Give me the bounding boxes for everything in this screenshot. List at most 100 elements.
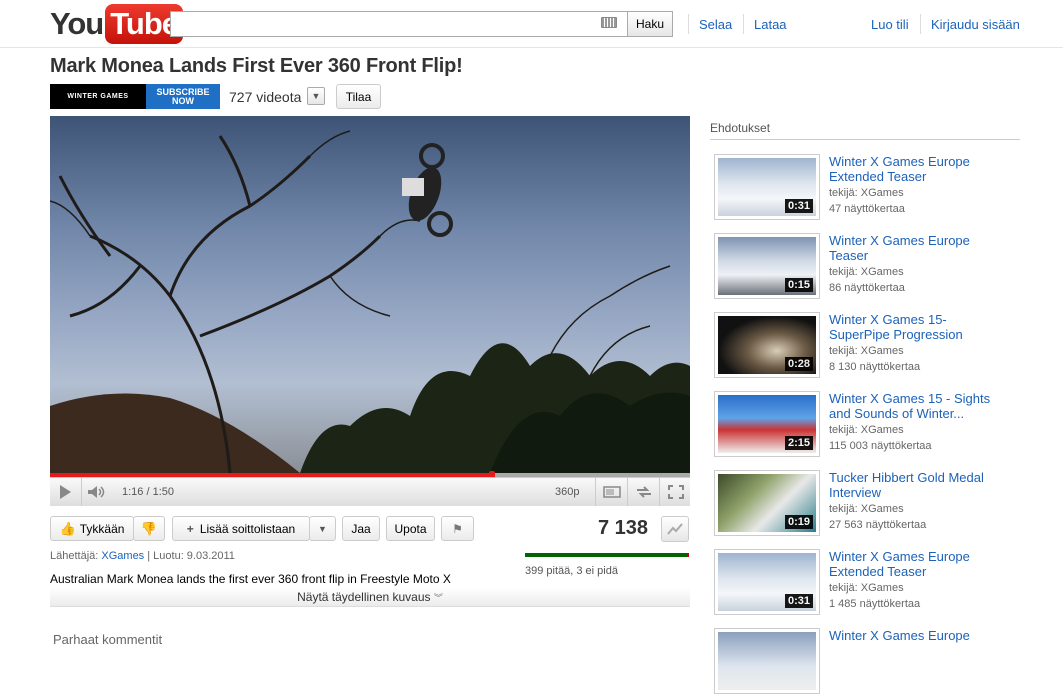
suggestion-title[interactable]: Winter X Games 15 - Sights and Sounds of… <box>829 391 1009 421</box>
playlist-dropdown-button[interactable]: ▼ <box>309 516 336 541</box>
subscribe-button[interactable]: Tilaa <box>336 84 381 109</box>
quality-button[interactable]: 360p <box>555 486 579 498</box>
like-button[interactable]: 👍 Tykkään <box>50 516 134 541</box>
duration-badge: 0:31 <box>784 199 813 213</box>
video-thumbnail[interactable]: 0:28 <box>714 312 820 378</box>
suggestion-views: 86 näyttökertaa <box>829 282 905 294</box>
subscribe-now-banner: SUBSCRIBE NOW <box>146 84 220 109</box>
duration-badge: 0:19 <box>784 515 813 529</box>
sign-in-link[interactable]: Kirjaudu sisään <box>931 17 1020 32</box>
suggestion-views: 1 485 näyttökertaa <box>829 598 921 610</box>
embed-button[interactable]: Upota <box>386 516 435 541</box>
suggestion-item[interactable]: 0:28 Winter X Games 15- SuperPipe Progres… <box>714 312 1024 382</box>
thumbnail-image: 0:19 <box>718 474 816 532</box>
popout-button[interactable] <box>595 478 627 506</box>
add-to-playlist-button[interactable]: + Lisää soittolistaan <box>172 516 310 541</box>
suggestion-uploader: tekijä: XGames <box>829 266 904 278</box>
suggestion-item[interactable]: 0:19 Tucker Hibbert Gold Medal Interview t… <box>714 470 1024 540</box>
flag-button[interactable]: ⚑ <box>441 516 474 541</box>
suggestion-item[interactable]: Winter X Games Europe <box>714 628 1024 698</box>
suggestion-title[interactable]: Winter X Games 15- SuperPipe Progression <box>829 312 1009 342</box>
suggestion-uploader: tekijä: XGames <box>829 187 904 199</box>
rating-text: 399 pitää, 3 ei pidä <box>525 565 618 577</box>
popout-icon <box>602 486 621 498</box>
video-thumbnail[interactable] <box>714 628 820 694</box>
video-thumbnail[interactable]: 0:31 <box>714 154 820 220</box>
suggestion-item[interactable]: 0:31 Winter X Games Europe Extended Tease… <box>714 549 1024 619</box>
channel-video-count: 727 videota <box>229 89 302 105</box>
suggestion-title[interactable]: Winter X Games Europe Extended Teaser <box>829 549 1009 579</box>
keyboard-icon[interactable] <box>601 17 617 28</box>
suggestion-views: 27 563 näyttökertaa <box>829 519 927 531</box>
play-icon <box>60 485 71 499</box>
uploader-label: Lähettäjä: <box>50 550 99 562</box>
suggestion-item[interactable]: 2:15 Winter X Games 15 - Sights and Sound… <box>714 391 1024 461</box>
suggestion-title[interactable]: Tucker Hibbert Gold Medal Interview <box>829 470 1009 500</box>
suggestion-uploader: tekijä: XGames <box>829 582 904 594</box>
volume-button[interactable] <box>83 478 111 506</box>
nav-browse[interactable]: Selaa <box>699 17 732 32</box>
suggestion-title[interactable]: Winter X Games Europe Extended Teaser <box>829 154 1009 184</box>
duration-badge: 0:28 <box>784 357 813 371</box>
dislike-button[interactable]: 👎 <box>133 516 165 541</box>
video-scene-illustration <box>50 130 690 473</box>
play-button[interactable] <box>50 478 82 506</box>
nav-upload[interactable]: Lataa <box>754 17 787 32</box>
expand-player-button[interactable] <box>627 478 659 506</box>
thumbnail-image: 0:28 <box>718 316 816 374</box>
thumbnail-image: 0:31 <box>718 158 816 216</box>
thumbs-down-icon: 👎 <box>140 520 158 536</box>
youtube-logo[interactable]: You Tube <box>50 4 183 44</box>
suggestion-title[interactable]: Winter X Games Europe <box>829 628 1009 643</box>
video-thumbnail[interactable]: 2:15 <box>714 391 820 457</box>
video-frame[interactable] <box>50 116 690 473</box>
search-button[interactable]: Haku <box>627 11 673 37</box>
thumbnail-image: 2:15 <box>718 395 816 453</box>
video-description: Australian Mark Monea lands the first ev… <box>50 572 451 586</box>
suggestion-title[interactable]: Winter X Games Europe Teaser <box>829 233 1009 263</box>
rating-likes-fill <box>525 553 688 557</box>
stats-button[interactable] <box>661 516 689 542</box>
create-account-link[interactable]: Luo tili <box>871 17 909 32</box>
nav-divider <box>688 14 689 34</box>
divider <box>710 139 1020 140</box>
duration-badge: 0:31 <box>784 594 813 608</box>
suggestion-uploader: tekijä: XGames <box>829 424 904 436</box>
chevron-down-icon[interactable]: ▼ <box>307 87 325 105</box>
suggestion-views: 8 130 näyttökertaa <box>829 361 921 373</box>
uploader-channel-link[interactable]: XGames <box>101 550 144 562</box>
show-more-button[interactable]: Näytä täydellinen kuvaus ︾ <box>50 588 690 607</box>
thumbs-up-icon: 👍 <box>59 520 76 536</box>
like-label: Tykkään <box>79 521 125 536</box>
nav-divider <box>743 14 744 34</box>
share-button[interactable]: Jaa <box>342 516 380 541</box>
suggestion-views: 115 003 näyttökertaa <box>829 440 932 452</box>
video-player[interactable]: 1:16 / 1:50 360p <box>50 116 690 506</box>
fullscreen-button[interactable] <box>659 478 690 506</box>
rating-bar <box>525 553 689 557</box>
search-input[interactable] <box>170 11 628 37</box>
fullscreen-icon <box>667 485 684 499</box>
upload-date: | Luotu: 9.03.2011 <box>147 550 235 562</box>
video-title: Mark Monea Lands First Ever 360 Front Fl… <box>50 55 463 77</box>
video-thumbnail[interactable]: 0:31 <box>714 549 820 615</box>
video-thumbnail[interactable]: 0:15 <box>714 233 820 299</box>
suggestion-uploader: tekijä: XGames <box>829 345 904 357</box>
nav-divider <box>920 14 921 34</box>
chevron-down-icon: ︾ <box>433 593 443 603</box>
plus-icon: + <box>186 521 194 536</box>
video-thumbnail[interactable]: 0:19 <box>714 470 820 536</box>
suggestion-item[interactable]: 0:31 Winter X Games Europe Extended Tease… <box>714 154 1024 224</box>
masthead: You Tube Haku Selaa Lataa Luo tili Kirja… <box>0 0 1063 48</box>
thumbnail-image: 0:15 <box>718 237 816 295</box>
expand-arrows-icon <box>636 486 651 498</box>
xgames-logo: WINTER GAMES <box>50 84 146 109</box>
thumbnail-image: 0:31 <box>718 553 816 611</box>
view-count: 7 138 <box>598 517 649 539</box>
suggestions-heading: Ehdotukset <box>710 121 771 135</box>
show-more-label: Näytä täydellinen kuvaus <box>297 590 431 604</box>
comments-heading: Parhaat kommentit <box>53 632 163 647</box>
subscribe-banner-line2: NOW <box>172 95 194 106</box>
suggestion-item[interactable]: 0:15 Winter X Games Europe Teaser tekijä: … <box>714 233 1024 303</box>
channel-banner[interactable]: WINTER GAMES SUBSCRIBE NOW <box>50 84 220 109</box>
